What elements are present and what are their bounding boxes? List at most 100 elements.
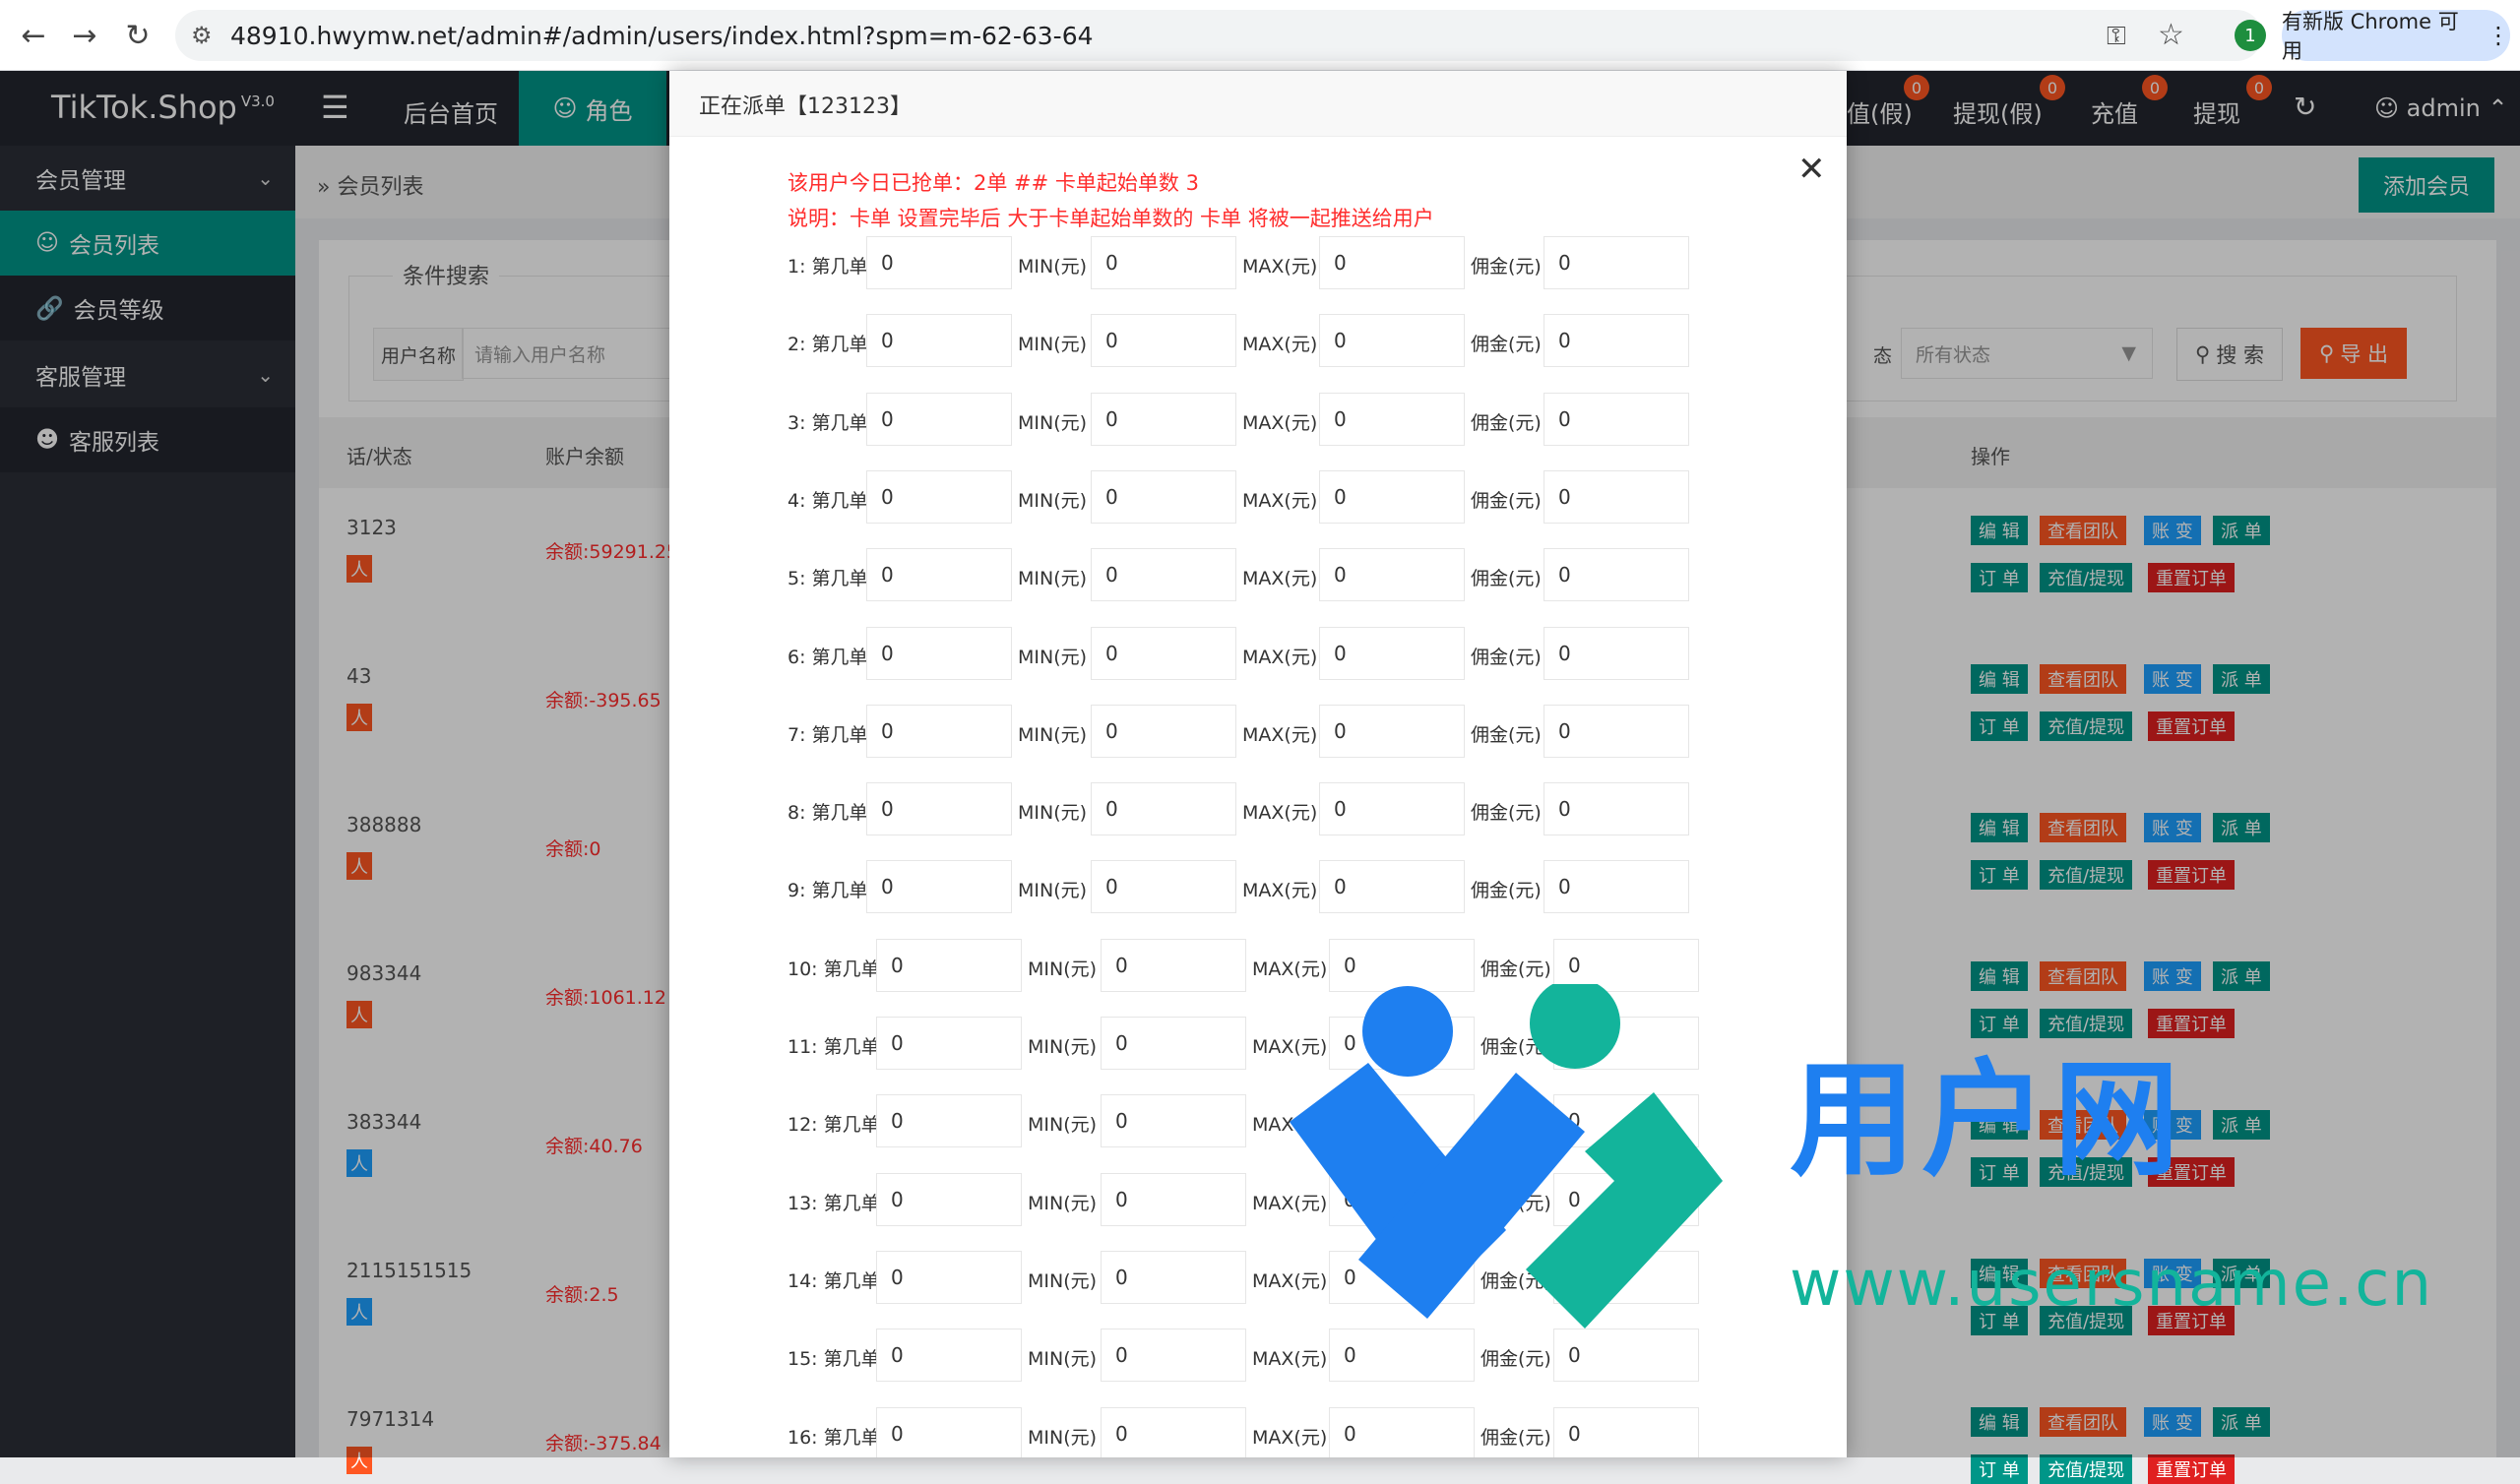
max-label: MAX(元) <box>1242 411 1318 434</box>
reset-orders-button[interactable]: 重置订单 <box>2148 1454 2235 1484</box>
order-number-input[interactable]: 0 <box>866 626 1012 680</box>
min-input[interactable]: 0 <box>1091 469 1236 524</box>
dispatch-row: 7: 第几单 0 MIN(元) 0 MAX(元) 0 佣金(元) 0 <box>669 704 1847 760</box>
max-input[interactable]: 0 <box>1319 469 1465 524</box>
max-label: MAX(元) <box>1242 880 1318 902</box>
order-number-label: 12: 第几单 <box>788 1114 880 1137</box>
more-vert-icon: ⋮ <box>2487 22 2510 49</box>
min-input[interactable]: 0 <box>1101 1094 1246 1148</box>
order-number-input[interactable]: 0 <box>876 1172 1022 1226</box>
max-input[interactable]: 0 <box>1319 704 1465 758</box>
order-number-input[interactable]: 0 <box>876 1250 1022 1304</box>
commission-input[interactable]: 0 <box>1553 1406 1699 1457</box>
min-label: MIN(元) <box>1018 802 1088 825</box>
min-label: MIN(元) <box>1028 1036 1098 1058</box>
order-number-input[interactable]: 0 <box>876 1329 1022 1383</box>
min-input[interactable]: 0 <box>1101 938 1246 992</box>
min-label: MIN(元) <box>1028 958 1098 980</box>
max-input[interactable]: 0 <box>1319 782 1465 836</box>
max-input[interactable]: 0 <box>1319 392 1465 446</box>
max-input[interactable]: 0 <box>1319 626 1465 680</box>
url-text: 48910.hwymw.net/admin#/admin/users/index… <box>230 21 1094 50</box>
order-number-input[interactable]: 0 <box>866 236 1012 289</box>
commission-label: 佣金(元) <box>1471 256 1542 278</box>
dispatch-row: 4: 第几单 0 MIN(元) 0 MAX(元) 0 佣金(元) 0 <box>669 469 1847 526</box>
min-input[interactable]: 0 <box>1091 392 1236 446</box>
max-label: MAX(元) <box>1242 489 1318 512</box>
min-input[interactable]: 0 <box>1091 548 1236 602</box>
browser-toolbar: ← → ↻ ⚙ 48910.hwymw.net/admin#/admin/use… <box>0 0 2520 71</box>
order-number-input[interactable]: 0 <box>876 1406 1022 1457</box>
max-input[interactable]: 0 <box>1319 236 1465 289</box>
forward-icon[interactable]: → <box>63 14 106 57</box>
chrome-update-button[interactable]: 有新版 Chrome 可用 ⋮ <box>2282 10 2510 63</box>
min-label: MIN(元) <box>1018 489 1088 512</box>
min-input[interactable]: 0 <box>1101 1172 1246 1226</box>
order-number-label: 7: 第几单 <box>788 723 868 746</box>
key-icon[interactable]: ⚿ <box>2107 22 2126 52</box>
commission-input[interactable]: 0 <box>1544 236 1689 289</box>
commission-label: 佣金(元) <box>1471 723 1542 746</box>
min-input[interactable]: 0 <box>1091 626 1236 680</box>
address-bar[interactable]: ⚙ 48910.hwymw.net/admin#/admin/users/ind… <box>175 10 2262 61</box>
watermark-logo-icon <box>1260 978 1732 1342</box>
dispatch-row: 1: 第几单 0 MIN(元) 0 MAX(元) 0 佣金(元) 0 <box>669 236 1847 291</box>
order-number-input[interactable]: 0 <box>876 1017 1022 1070</box>
min-input[interactable]: 0 <box>1091 860 1236 914</box>
order-number-label: 15: 第几单 <box>788 1348 880 1371</box>
commission-input[interactable]: 0 <box>1544 314 1689 368</box>
commission-input[interactable]: 0 <box>1544 392 1689 446</box>
commission-input[interactable]: 0 <box>1544 704 1689 758</box>
bookmark-star-icon[interactable]: ☆ <box>2158 18 2184 52</box>
dispatch-row: 8: 第几单 0 MIN(元) 0 MAX(元) 0 佣金(元) 0 <box>669 782 1847 837</box>
min-input[interactable]: 0 <box>1101 1017 1246 1070</box>
dispatch-row: 6: 第几单 0 MIN(元) 0 MAX(元) 0 佣金(元) 0 <box>669 626 1847 682</box>
order-number-input[interactable]: 0 <box>866 314 1012 368</box>
min-label: MIN(元) <box>1028 1269 1098 1292</box>
min-input[interactable]: 0 <box>1091 782 1236 836</box>
commission-input[interactable]: 0 <box>1544 626 1689 680</box>
max-label: MAX(元) <box>1242 334 1318 356</box>
modal-title-bar: 正在派单【123123】 <box>669 71 1847 137</box>
min-input[interactable]: 0 <box>1101 1329 1246 1383</box>
max-input[interactable]: 0 <box>1329 1406 1475 1457</box>
commission-label: 佣金(元) <box>1480 1426 1551 1449</box>
chrome-update-label: 有新版 Chrome 可用 <box>2282 10 2459 63</box>
reload-icon[interactable]: ↻ <box>116 14 159 57</box>
profile-badge[interactable]: 1 <box>2235 20 2266 51</box>
watermark-brand: 用户网 <box>1790 1047 2186 1194</box>
order-number-input[interactable]: 0 <box>866 469 1012 524</box>
min-input[interactable]: 0 <box>1091 314 1236 368</box>
recharge-withdraw-button[interactable]: 充值/提现 <box>2040 1454 2133 1484</box>
modal-notice-today: 该用户今日已抢单：2单 ## 卡单起始单数 3 <box>788 171 1199 195</box>
order-number-input[interactable]: 0 <box>866 548 1012 602</box>
dispatch-row: 3: 第几单 0 MIN(元) 0 MAX(元) 0 佣金(元) 0 <box>669 392 1847 448</box>
commission-input[interactable]: 0 <box>1544 548 1689 602</box>
max-input[interactable]: 0 <box>1319 860 1465 914</box>
min-input[interactable]: 0 <box>1101 1250 1246 1304</box>
min-input[interactable]: 0 <box>1101 1406 1246 1457</box>
close-icon[interactable]: ✕ <box>1797 150 1826 189</box>
site-info-icon[interactable]: ⚙ <box>191 22 213 49</box>
order-number-label: 8: 第几单 <box>788 802 868 825</box>
back-icon[interactable]: ← <box>12 14 55 57</box>
commission-label: 佣金(元) <box>1471 334 1542 356</box>
commission-label: 佣金(元) <box>1480 1348 1551 1371</box>
commission-input[interactable]: 0 <box>1544 469 1689 524</box>
min-input[interactable]: 0 <box>1091 236 1236 289</box>
max-input[interactable]: 0 <box>1319 314 1465 368</box>
orders-button[interactable]: 订 单 <box>1971 1454 2028 1484</box>
order-number-input[interactable]: 0 <box>866 392 1012 446</box>
min-label: MIN(元) <box>1018 256 1088 278</box>
commission-input[interactable]: 0 <box>1544 860 1689 914</box>
max-input[interactable]: 0 <box>1319 548 1465 602</box>
order-number-input[interactable]: 0 <box>866 860 1012 914</box>
min-label: MIN(元) <box>1028 1348 1098 1371</box>
min-input[interactable]: 0 <box>1091 704 1236 758</box>
min-label: MIN(元) <box>1018 723 1088 746</box>
order-number-input[interactable]: 0 <box>866 782 1012 836</box>
order-number-input[interactable]: 0 <box>876 1094 1022 1148</box>
commission-input[interactable]: 0 <box>1544 782 1689 836</box>
order-number-input[interactable]: 0 <box>866 704 1012 758</box>
order-number-input[interactable]: 0 <box>876 938 1022 992</box>
